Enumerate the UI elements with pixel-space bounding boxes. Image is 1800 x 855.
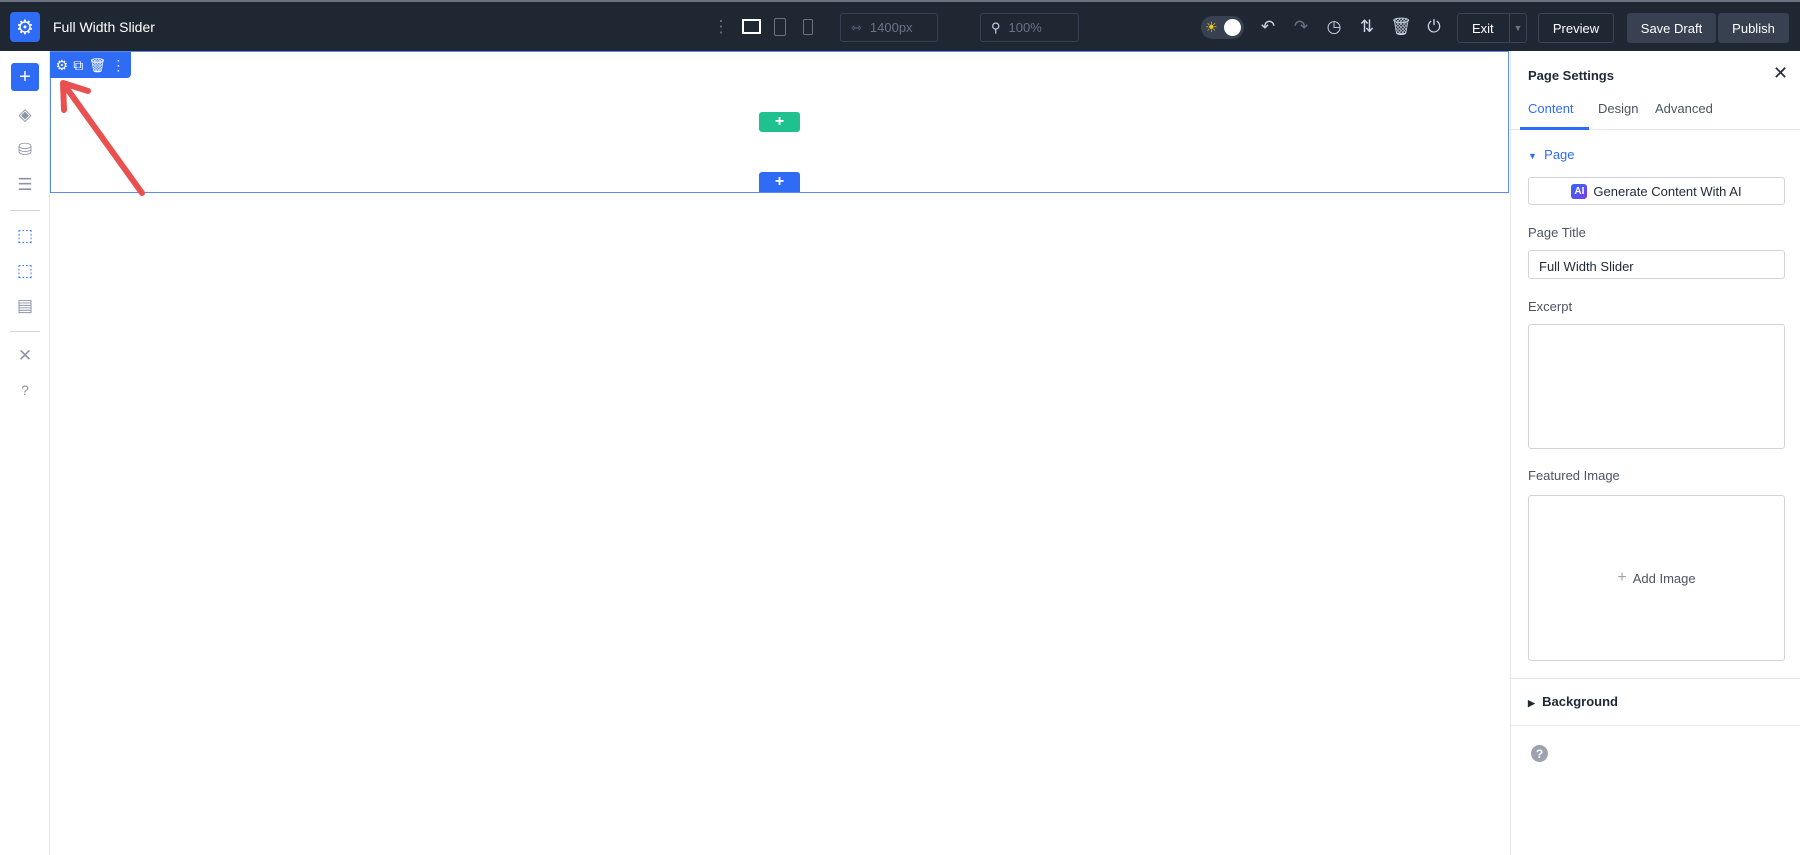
page-settings-panel: Page Settings ✕ Content Design Advanced … bbox=[1510, 51, 1800, 855]
generate-ai-button[interactable]: AI Generate Content With AI bbox=[1528, 177, 1785, 205]
preview-button[interactable]: Preview bbox=[1538, 13, 1614, 43]
panel-title: Page Settings bbox=[1528, 68, 1614, 83]
width-value: 1400px bbox=[869, 20, 913, 35]
theme-toggle[interactable]: ☀ bbox=[1201, 16, 1244, 39]
sort-arrows-icon[interactable]: ⇅ bbox=[1356, 15, 1378, 39]
featured-image-label: Featured Image bbox=[1528, 468, 1620, 483]
page-title-label: Page Title bbox=[1528, 225, 1586, 240]
width-input[interactable]: ⇿ 1400px bbox=[840, 13, 938, 42]
help-icon[interactable]: ? bbox=[11, 376, 39, 404]
ai-button-label: Generate Content With AI bbox=[1593, 183, 1742, 199]
close-icon[interactable]: ✕ bbox=[1773, 63, 1788, 84]
publish-button[interactable]: Publish bbox=[1718, 13, 1789, 43]
caret-right-icon: ▶ bbox=[1528, 698, 1535, 708]
zoom-input[interactable]: ⚲ 100% bbox=[980, 13, 1079, 42]
excerpt-textarea[interactable] bbox=[1528, 324, 1785, 449]
add-image-button[interactable]: + Add Image bbox=[1528, 495, 1785, 661]
tab-content[interactable]: Content bbox=[1528, 101, 1574, 116]
section-page-label: Page bbox=[1544, 147, 1575, 162]
add-image-label: Add Image bbox=[1632, 570, 1696, 586]
page-title-input[interactable]: Full Width Slider bbox=[1528, 250, 1785, 279]
add-row-button[interactable]: + bbox=[759, 112, 800, 132]
excerpt-label: Excerpt bbox=[1528, 299, 1573, 314]
chevron-down-icon[interactable]: ▼ bbox=[1509, 14, 1526, 42]
annotation-arrow bbox=[60, 80, 145, 196]
section-page-toggle[interactable]: ▼ Page bbox=[1528, 147, 1575, 162]
tab-advanced[interactable]: Advanced bbox=[1655, 101, 1713, 116]
exit-button[interactable]: Exit ▼ bbox=[1457, 13, 1527, 43]
exit-label: Exit bbox=[1472, 20, 1494, 36]
desktop-view-icon[interactable] bbox=[742, 19, 761, 34]
sun-icon: ☀ bbox=[1205, 19, 1218, 35]
tablet-view-icon[interactable] bbox=[774, 18, 786, 36]
trash-icon[interactable]: 🗑 bbox=[1390, 15, 1412, 39]
multi-select-icon[interactable]: ⬚ bbox=[11, 257, 39, 285]
plus-icon: + bbox=[1617, 569, 1627, 586]
zoom-value: 100% bbox=[1008, 20, 1042, 35]
section-background-label: Background bbox=[1542, 694, 1618, 709]
redo-icon[interactable]: ↷ bbox=[1290, 15, 1312, 39]
tools-icon[interactable]: ✕ bbox=[11, 342, 39, 370]
layout-view-icon[interactable]: ▤ bbox=[11, 292, 39, 320]
ai-icon: AI bbox=[1571, 183, 1588, 199]
add-section-button[interactable]: + bbox=[759, 172, 800, 192]
search-icon: ⚲ bbox=[991, 19, 1001, 35]
tab-design[interactable]: Design bbox=[1598, 101, 1638, 116]
select-cursor-icon[interactable]: ⬚ bbox=[11, 222, 39, 250]
phone-view-icon[interactable] bbox=[803, 19, 813, 35]
width-icon: ⇿ bbox=[851, 19, 862, 35]
history-clock-icon[interactable]: ◷ bbox=[1323, 15, 1345, 39]
help-icon[interactable]: ? bbox=[1531, 745, 1548, 762]
kebab-menu-icon[interactable]: ⋮ bbox=[710, 15, 732, 39]
section-background-toggle[interactable]: ▶ Background bbox=[1528, 694, 1618, 709]
caret-down-icon: ▼ bbox=[1528, 151, 1537, 161]
undo-icon[interactable]: ↶ bbox=[1257, 15, 1279, 39]
save-draft-button[interactable]: Save Draft bbox=[1627, 13, 1716, 43]
power-icon[interactable]: ⏻ bbox=[1423, 15, 1445, 39]
